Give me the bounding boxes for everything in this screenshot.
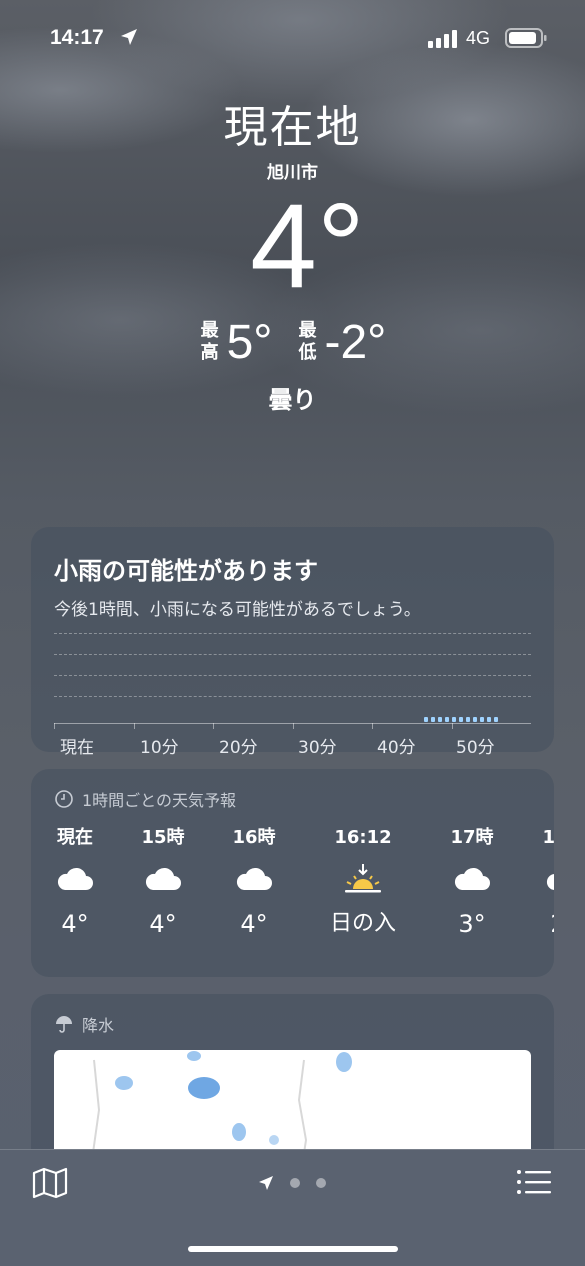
rain-bar [438, 717, 442, 722]
rain-map-header-label: 降水 [82, 1016, 115, 1035]
axis-label: 20分 [219, 738, 258, 758]
hour-temp: 4° [61, 910, 89, 938]
axis-tick [54, 723, 55, 729]
page-dot [290, 1178, 300, 1188]
axis-tick [293, 723, 294, 729]
hour-item[interactable]: 15時 4° [118, 825, 208, 941]
grid-line [54, 696, 531, 697]
clock-icon [55, 790, 73, 808]
axis-tick [213, 723, 214, 729]
location-arrow-icon [259, 1176, 273, 1190]
current-temperature: 4° [250, 179, 365, 313]
umbrella-icon [56, 1016, 72, 1033]
rain-bar [466, 717, 470, 722]
grid-line [54, 633, 531, 634]
signal-icon [428, 30, 457, 48]
axis-tick [452, 723, 453, 729]
high-low-temperatures: 最高 5° 最低 -2° [0, 314, 585, 370]
precip-title: 小雨の可能性があります [54, 557, 318, 585]
home-indicator[interactable] [188, 1246, 398, 1252]
cloud-icon [454, 867, 490, 890]
hour-temp: 2° [519, 907, 554, 941]
rain-bar [445, 717, 449, 722]
hour-label: 現在 [57, 827, 93, 848]
hour-item[interactable]: 16:12 日の入 [318, 825, 408, 941]
precip-subtitle: 今後1時間、小雨になる可能性があるでしょう。 [54, 600, 421, 620]
high-temperature: 5° [226, 315, 273, 369]
list-icon[interactable] [516, 1169, 552, 1197]
hourly-forecast-card[interactable]: 1時間ごとの天気予報 現在 4° 15時 4° 16時 4° 16:12 日の入… [31, 769, 554, 977]
cloud-icon [546, 874, 554, 890]
hour-item[interactable]: 16時 4° [209, 825, 299, 941]
high-label: 最高 [200, 320, 219, 363]
page-indicator[interactable] [258, 1175, 326, 1191]
grid-line [54, 654, 531, 655]
rain-map-header: 降水 [54, 1012, 114, 1036]
hour-temp: 4° [240, 910, 268, 938]
hour-temp: 3° [458, 910, 486, 938]
rain-bar [424, 717, 428, 722]
location-arrow-icon [121, 29, 137, 45]
axis-tick [372, 723, 373, 729]
precip-chart: 現在 10分 20分 30分 40分 50分 [54, 627, 531, 758]
status-bar: 14:17 4G [0, 0, 585, 70]
bottom-toolbar [0, 1149, 585, 1266]
cloud-icon [145, 867, 181, 890]
grid-line [54, 675, 531, 676]
status-time: 14:17 [50, 26, 104, 49]
rain-bar [431, 717, 435, 722]
hour-label: 18時 [542, 827, 554, 848]
page-dot [316, 1178, 326, 1188]
hour-label: 17時 [450, 827, 494, 848]
axis-label: 10分 [140, 738, 179, 758]
hour-item[interactable]: 18時 2° [519, 825, 554, 941]
low-label: 最低 [298, 320, 317, 363]
rain-bar [473, 717, 477, 722]
hourly-header: 1時間ごとの天気予報 [54, 787, 236, 811]
hourly-header-label: 1時間ごとの天気予報 [82, 791, 237, 810]
hour-label: 15時 [141, 827, 185, 848]
rain-bar [487, 717, 491, 722]
rain-bar [452, 717, 456, 722]
cloud-icon [236, 867, 272, 890]
hour-item[interactable]: 17時 3° [427, 825, 517, 941]
axis-tick [134, 723, 135, 729]
hour-temp: 日の入 [329, 911, 396, 936]
next-hour-precipitation-card[interactable]: 小雨の可能性があります 今後1時間、小雨になる可能性があるでしょう。 現在 10… [31, 527, 554, 758]
weather-condition: 曇り [268, 386, 317, 414]
axis-label: 30分 [298, 738, 337, 758]
map-icon[interactable] [32, 1167, 68, 1199]
rain-bar [459, 717, 463, 722]
location-title: 現在地 [223, 102, 362, 153]
low-temperature: -2° [324, 315, 387, 369]
network-type: 4G [466, 28, 491, 48]
cloud-icon [57, 867, 93, 890]
axis-label: 50分 [456, 738, 495, 758]
rain-bar [494, 717, 498, 722]
axis-label: 現在 [60, 738, 94, 758]
sunset-icon [345, 864, 381, 893]
hour-temp: 4° [149, 910, 177, 938]
current-weather-summary: 現在地 旭川市 4° 最高 5° 最低 -2° 曇り [0, 100, 585, 415]
hourly-scroll-row[interactable]: 現在 4° 15時 4° 16時 4° 16:12 日の入 17時 3° 1 [31, 825, 554, 965]
battery-icon [505, 28, 547, 48]
hour-label: 16時 [232, 827, 276, 848]
hour-item[interactable]: 現在 4° [31, 825, 120, 941]
rain-bar [480, 717, 484, 722]
axis-label: 40分 [377, 738, 416, 758]
hour-label: 16:12 [334, 827, 392, 848]
